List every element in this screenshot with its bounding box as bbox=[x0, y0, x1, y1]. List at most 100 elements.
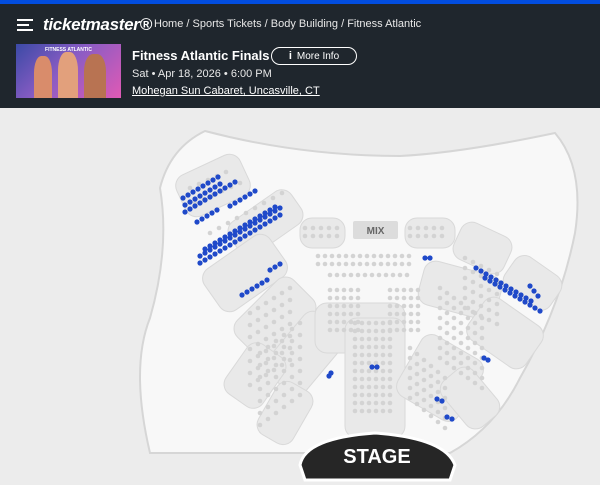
available-seat[interactable] bbox=[217, 237, 223, 243]
available-seat[interactable] bbox=[427, 255, 433, 261]
available-seat[interactable] bbox=[207, 243, 213, 249]
available-seat[interactable] bbox=[222, 234, 228, 240]
available-seat[interactable] bbox=[182, 202, 188, 208]
available-seat[interactable] bbox=[199, 216, 205, 222]
available-seat[interactable] bbox=[259, 280, 265, 286]
available-seat[interactable] bbox=[197, 200, 203, 206]
available-seat[interactable] bbox=[328, 370, 334, 376]
available-seat[interactable] bbox=[422, 255, 428, 261]
available-seat[interactable] bbox=[182, 209, 188, 215]
available-seat[interactable] bbox=[217, 181, 223, 187]
available-seat[interactable] bbox=[222, 245, 228, 251]
available-seat[interactable] bbox=[535, 293, 541, 299]
available-seat[interactable] bbox=[237, 236, 243, 242]
available-seat[interactable] bbox=[197, 193, 203, 199]
breadcrumb[interactable]: Home / Sports Tickets / Body Building / … bbox=[154, 18, 421, 30]
available-seat[interactable] bbox=[478, 268, 484, 274]
available-seat[interactable] bbox=[212, 251, 218, 257]
available-seat[interactable] bbox=[227, 242, 233, 248]
available-seat[interactable] bbox=[190, 189, 196, 195]
available-seat[interactable] bbox=[212, 184, 218, 190]
available-seat[interactable] bbox=[194, 219, 200, 225]
available-seat[interactable] bbox=[214, 207, 220, 213]
available-seat[interactable] bbox=[249, 286, 255, 292]
available-seat[interactable] bbox=[507, 290, 513, 296]
available-seat[interactable] bbox=[277, 212, 283, 218]
available-seat[interactable] bbox=[252, 227, 258, 233]
available-seat[interactable] bbox=[204, 213, 210, 219]
available-seat[interactable] bbox=[531, 288, 537, 294]
available-seat[interactable] bbox=[527, 283, 533, 289]
seat-section[interactable] bbox=[404, 217, 456, 249]
available-seat[interactable] bbox=[487, 278, 493, 284]
available-seat[interactable] bbox=[212, 191, 218, 197]
available-seat[interactable] bbox=[212, 240, 218, 246]
available-seat[interactable] bbox=[272, 215, 278, 221]
venue-link[interactable]: Mohegan Sun Cabaret, Uncasville, CT bbox=[132, 85, 320, 97]
available-seat[interactable] bbox=[449, 416, 455, 422]
available-seat[interactable] bbox=[195, 186, 201, 192]
available-seat[interactable] bbox=[527, 302, 533, 308]
available-seat[interactable] bbox=[492, 281, 498, 287]
available-seat[interactable] bbox=[267, 267, 273, 273]
available-seat[interactable] bbox=[254, 283, 260, 289]
available-seat[interactable] bbox=[264, 277, 270, 283]
available-seat[interactable] bbox=[227, 231, 233, 237]
available-seat[interactable] bbox=[217, 248, 223, 254]
available-seat[interactable] bbox=[522, 299, 528, 305]
available-seat[interactable] bbox=[252, 188, 258, 194]
available-seat[interactable] bbox=[222, 185, 228, 191]
available-seat[interactable] bbox=[205, 180, 211, 186]
ticketmaster-logo[interactable]: ticketmaster® bbox=[43, 15, 152, 35]
available-seat[interactable] bbox=[502, 287, 508, 293]
available-seat[interactable] bbox=[202, 246, 208, 252]
available-seat[interactable] bbox=[217, 188, 223, 194]
available-seat[interactable] bbox=[232, 228, 238, 234]
available-seat[interactable] bbox=[242, 233, 248, 239]
available-seat[interactable] bbox=[272, 264, 278, 270]
available-seat[interactable] bbox=[257, 213, 263, 219]
available-seat[interactable] bbox=[512, 293, 518, 299]
available-seat[interactable] bbox=[434, 396, 440, 402]
available-seat[interactable] bbox=[497, 284, 503, 290]
available-seat[interactable] bbox=[200, 183, 206, 189]
available-seat[interactable] bbox=[277, 261, 283, 267]
available-seat[interactable] bbox=[242, 194, 248, 200]
available-seat[interactable] bbox=[209, 210, 215, 216]
seat-section[interactable] bbox=[299, 217, 346, 249]
available-seat[interactable] bbox=[232, 200, 238, 206]
more-info-button[interactable]: i More Info bbox=[271, 47, 357, 65]
available-seat[interactable] bbox=[187, 199, 193, 205]
available-seat[interactable] bbox=[262, 210, 268, 216]
available-seat[interactable] bbox=[227, 203, 233, 209]
available-seat[interactable] bbox=[187, 206, 193, 212]
available-seat[interactable] bbox=[369, 364, 375, 370]
available-seat[interactable] bbox=[439, 398, 445, 404]
available-seat[interactable] bbox=[202, 257, 208, 263]
available-seat[interactable] bbox=[227, 182, 233, 188]
available-seat[interactable] bbox=[197, 253, 203, 259]
available-seat[interactable] bbox=[215, 174, 221, 180]
available-seat[interactable] bbox=[444, 414, 450, 420]
available-seat[interactable] bbox=[257, 224, 263, 230]
available-seat[interactable] bbox=[485, 357, 491, 363]
available-seat[interactable] bbox=[202, 197, 208, 203]
available-seat[interactable] bbox=[252, 216, 258, 222]
available-seat[interactable] bbox=[277, 205, 283, 211]
available-seat[interactable] bbox=[207, 187, 213, 193]
available-seat[interactable] bbox=[197, 260, 203, 266]
available-seat[interactable] bbox=[247, 219, 253, 225]
available-seat[interactable] bbox=[267, 218, 273, 224]
available-seat[interactable] bbox=[207, 254, 213, 260]
available-seat[interactable] bbox=[210, 177, 216, 183]
available-seat[interactable] bbox=[237, 225, 243, 231]
available-seat[interactable] bbox=[473, 265, 479, 271]
available-seat[interactable] bbox=[180, 195, 186, 201]
available-seat[interactable] bbox=[239, 292, 245, 298]
available-seat[interactable] bbox=[262, 221, 268, 227]
available-seat[interactable] bbox=[237, 197, 243, 203]
available-seat[interactable] bbox=[272, 204, 278, 210]
available-seat[interactable] bbox=[192, 196, 198, 202]
available-seat[interactable] bbox=[244, 289, 250, 295]
available-seat[interactable] bbox=[537, 308, 543, 314]
